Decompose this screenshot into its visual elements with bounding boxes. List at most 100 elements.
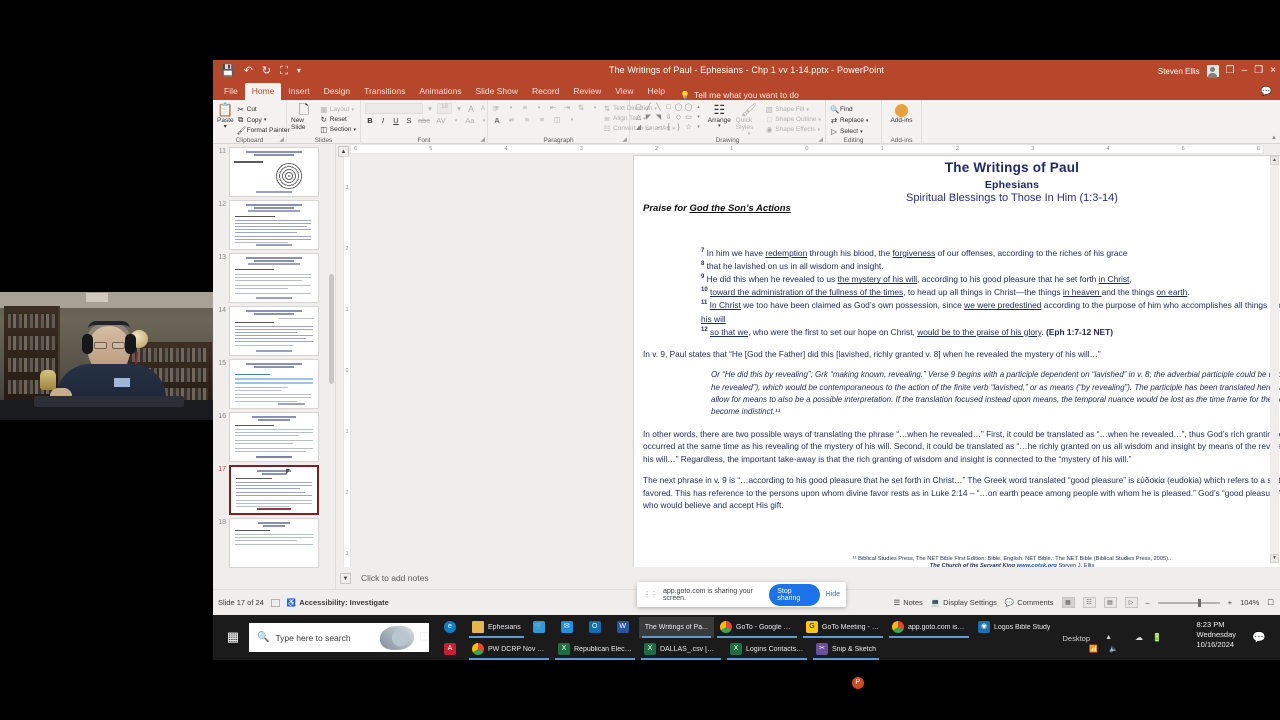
line-spacing-button[interactable]: ⇅ bbox=[576, 103, 586, 112]
align-center-button[interactable]: ≡ bbox=[507, 115, 517, 124]
addins-button[interactable]: ⬤ Add-ins bbox=[889, 103, 915, 124]
tab-transitions[interactable]: Transitions bbox=[357, 83, 412, 100]
arrange-button[interactable]: ☷ Arrange ▾ bbox=[706, 103, 733, 130]
slide-vertical-scrollbar[interactable]: ▲ ▼ bbox=[1270, 156, 1279, 563]
notification-center-icon[interactable]: 💬 bbox=[1252, 631, 1266, 644]
cut-button[interactable]: ✂ Cut bbox=[237, 105, 290, 114]
collapse-ribbon-icon[interactable]: ▲ bbox=[1271, 135, 1277, 141]
thumbnail-item[interactable]: 15 bbox=[213, 356, 335, 409]
zoom-out-button[interactable]: – bbox=[1146, 598, 1150, 607]
shape-fill-button[interactable]: ▧ Shape Fill ▾ bbox=[765, 105, 821, 114]
battery-icon[interactable]: 🔋 bbox=[1152, 633, 1162, 642]
show-hidden-icons-icon[interactable]: ▲ bbox=[1105, 634, 1112, 641]
character-spacing-button[interactable]: AV bbox=[434, 116, 448, 125]
onedrive-icon[interactable]: ☁ bbox=[1135, 633, 1143, 642]
hide-banner-button[interactable]: Hide bbox=[826, 591, 840, 598]
tab-review[interactable]: Review bbox=[566, 83, 608, 100]
italic-button[interactable]: I bbox=[378, 116, 388, 125]
thumbnail-item[interactable]: 12 bbox=[213, 197, 335, 250]
task-view-icon[interactable]: ◫ bbox=[419, 629, 429, 642]
display-settings-button[interactable]: 💻 Display Settings bbox=[931, 598, 997, 607]
align-left-button[interactable]: ≡ bbox=[492, 115, 502, 124]
notes-button[interactable]: ☰ Notes bbox=[893, 598, 922, 607]
font-size-value[interactable]: 18 bbox=[437, 103, 452, 114]
close-button[interactable]: × bbox=[1270, 66, 1276, 76]
comments-icon[interactable]: 💬 bbox=[1261, 86, 1272, 97]
change-case-button[interactable]: Aa bbox=[464, 116, 476, 125]
shape-outline-button[interactable]: □ Shape Outline ▾ bbox=[765, 115, 821, 124]
taskbar-item-dallas[interactable]: XDALLAS_.csv [Read-... bbox=[638, 639, 724, 660]
justify-button[interactable]: ≡ bbox=[537, 115, 547, 124]
taskbar-item-logins[interactable]: XLogins Contacts an... bbox=[724, 639, 810, 660]
scroll-down-icon[interactable]: ▼ bbox=[1270, 554, 1279, 563]
section-button[interactable]: ◫ Section ▾ bbox=[320, 125, 356, 134]
taskbar-item-republican[interactable]: XRepublican Election... bbox=[552, 639, 638, 660]
tab-help[interactable]: Help bbox=[641, 83, 672, 100]
slide-canvas[interactable]: The Writings of Paul Ephesians Spiritual… bbox=[634, 156, 1280, 573]
underline-button[interactable]: U bbox=[391, 116, 401, 125]
copy-button[interactable]: ⧉ Copy ▾ bbox=[237, 115, 290, 125]
restore-button[interactable]: ❐ bbox=[1254, 66, 1263, 76]
thumbnail-item[interactable]: 16 bbox=[213, 409, 335, 462]
shape-effects-button[interactable]: ◉ Shape Effects ▾ bbox=[765, 125, 821, 134]
tab-design[interactable]: Design bbox=[317, 83, 357, 100]
volume-icon[interactable]: 🔈 bbox=[1109, 645, 1118, 653]
thumbnail-item[interactable]: 11 bbox=[213, 144, 335, 197]
layout-button[interactable]: ▦ Layout ▾ bbox=[320, 105, 356, 114]
slide-show-button[interactable]: ▷ bbox=[1124, 597, 1138, 608]
zoom-in-button[interactable]: + bbox=[1228, 598, 1232, 607]
thumbnail-preview[interactable] bbox=[229, 359, 319, 409]
paragraph-dialog-launcher[interactable]: ◢ bbox=[622, 136, 627, 143]
drawing-dialog-launcher[interactable]: ◢ bbox=[818, 136, 823, 143]
taskbar-item-powerpoint[interactable]: P The Writings of Pa... bbox=[638, 616, 864, 689]
bullets-button[interactable]: ≡ bbox=[492, 103, 502, 112]
strikethrough-button[interactable]: abc bbox=[417, 116, 431, 125]
thumbnail-preview[interactable] bbox=[229, 200, 319, 250]
taskbar-item-mail[interactable]: ✉ bbox=[555, 617, 583, 638]
taskbar-item-pwdcrp[interactable]: PW DCRP Nov 2024... bbox=[466, 639, 552, 660]
scrollbar-thumb[interactable] bbox=[329, 274, 334, 384]
normal-view-button[interactable]: ▦ bbox=[1061, 597, 1075, 608]
thumbnail-preview[interactable] bbox=[229, 412, 319, 462]
taskbar-item-goto-chrome[interactable]: GoTo - Google Chr... bbox=[714, 617, 800, 638]
zoom-slider-knob[interactable] bbox=[1197, 598, 1201, 607]
thumbnail-item[interactable]: 14 bbox=[213, 303, 335, 356]
language-icon[interactable] bbox=[270, 598, 280, 607]
font-size-dropdown-icon[interactable]: ▾ bbox=[454, 104, 464, 113]
align-right-button[interactable]: ≡ bbox=[522, 115, 532, 124]
zoom-level[interactable]: 104% bbox=[1240, 598, 1259, 607]
ribbon-display-options-icon[interactable]: ❐ bbox=[1226, 66, 1235, 76]
stop-sharing-button[interactable]: Stop sharing bbox=[769, 583, 820, 606]
font-dialog-launcher[interactable]: ◢ bbox=[480, 136, 485, 143]
cortana-icon[interactable] bbox=[380, 626, 414, 650]
tab-record[interactable]: Record bbox=[525, 83, 566, 100]
start-button-icon[interactable]: ▦ bbox=[222, 626, 244, 648]
taskbar-item-logos[interactable]: ◉ Logos Bible Study bbox=[972, 617, 1056, 638]
network-icon[interactable]: 📶 bbox=[1089, 645, 1098, 653]
select-button[interactable]: ▷ Select ▾ bbox=[830, 127, 868, 136]
format-painter-button[interactable]: 🖌 Format Painter bbox=[237, 126, 290, 135]
new-slide-button[interactable]: 🗋 New Slide bbox=[291, 103, 317, 132]
numbering-button[interactable]: ≡ bbox=[520, 103, 530, 112]
font-family-dropdown-icon[interactable]: ▾ bbox=[425, 104, 435, 113]
taskbar-item-edge[interactable]: e bbox=[438, 617, 466, 638]
thumbnail-scrollbar[interactable] bbox=[328, 144, 335, 589]
columns-button[interactable]: ◫ bbox=[552, 115, 562, 124]
slide-sorter-button[interactable]: ☷ bbox=[1082, 597, 1096, 608]
increase-font-size-button[interactable]: A bbox=[466, 104, 476, 114]
notes-placeholder[interactable]: Click to add notes bbox=[361, 573, 429, 583]
shapes-gallery[interactable]: ▢ ╱ ╲ □ ◯ ◯ ▴ △ ◤ ◥ ⇩ ◇ ▭ ▾ ◢ ◡ ⌣{} ☆ ▾ bbox=[634, 103, 703, 132]
thumbnail-preview[interactable] bbox=[229, 147, 319, 197]
taskbar-item-word[interactable]: W bbox=[611, 617, 639, 638]
paste-dropdown-icon[interactable]: ▾ bbox=[224, 124, 227, 131]
taskbar-item-snip[interactable]: ✂ Snip & Sketch bbox=[810, 639, 882, 660]
fit-to-window-icon[interactable]: ☐ bbox=[1267, 598, 1274, 607]
thumbnail-item[interactable]: 13 bbox=[213, 250, 335, 303]
clock[interactable]: 8:23 PM Wednesday 10/16/2024 bbox=[1197, 620, 1236, 650]
reading-view-button[interactable]: ▤ bbox=[1103, 597, 1117, 608]
reset-button[interactable]: ↻ Reset bbox=[320, 115, 356, 124]
taskbar-item-ephesians[interactable]: Ephesians bbox=[466, 617, 527, 638]
replace-button[interactable]: ⇄ Replace ▾ bbox=[830, 116, 869, 125]
tab-file[interactable]: File bbox=[217, 83, 245, 100]
thumbnail-preview[interactable] bbox=[229, 253, 319, 303]
